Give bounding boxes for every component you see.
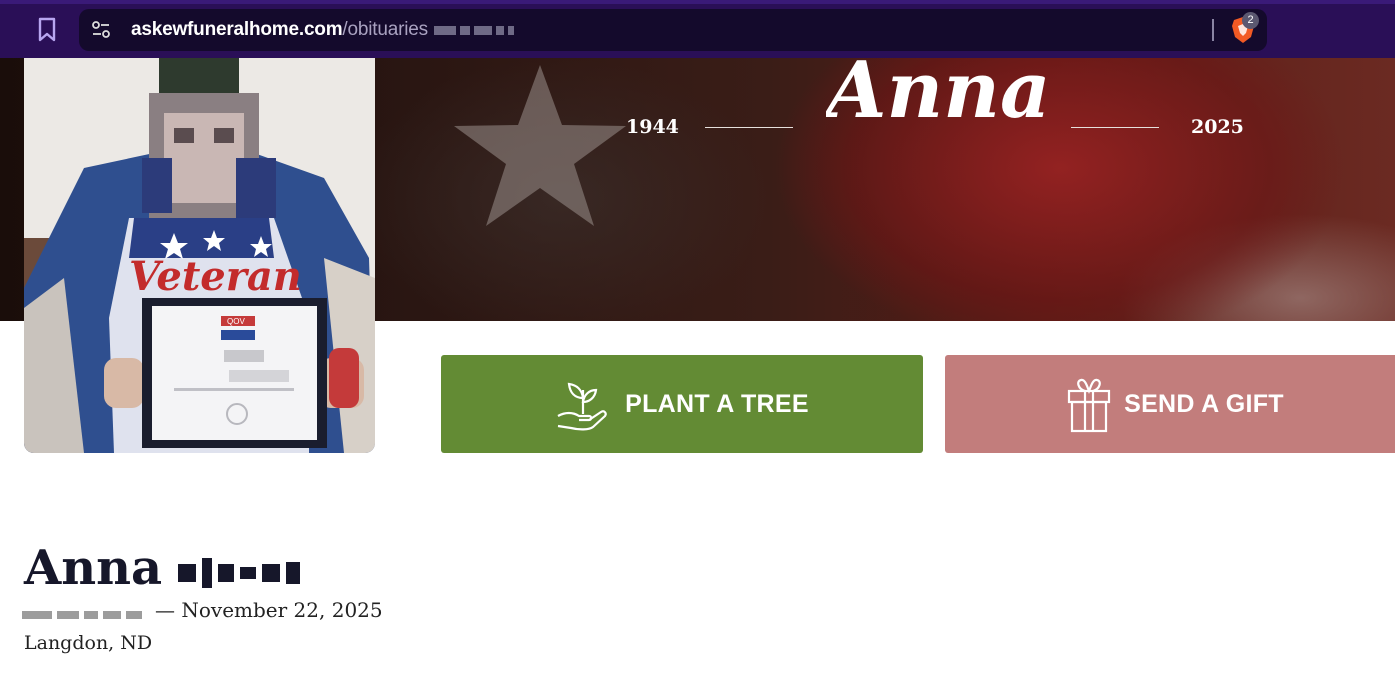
- flag-star-graphic: [454, 65, 626, 226]
- portrait-photo: Veteran QOV: [24, 58, 375, 453]
- gift-icon: [1067, 378, 1111, 433]
- send-a-gift-label: SEND A GIFT: [1124, 389, 1284, 418]
- plant-a-tree-label: PLANT A TREE: [625, 389, 809, 418]
- deceased-first-name: Anna: [24, 540, 163, 596]
- certificate-header-text: QOV: [227, 317, 245, 326]
- url-domain: askewfuneralhome.com: [131, 19, 343, 41]
- plant-a-tree-button[interactable]: PLANT A TREE: [441, 355, 923, 453]
- bookmark-icon[interactable]: [36, 17, 58, 43]
- birth-year: 1944: [626, 116, 679, 138]
- shields-count-badge: 2: [1242, 12, 1259, 29]
- hero-script-name-text: Anna: [826, 58, 1051, 136]
- site-settings-icon[interactable]: [91, 20, 111, 40]
- redacted-surname: [178, 542, 306, 598]
- shirt-text: Veteran: [129, 253, 302, 300]
- hero-divider-right: [1071, 127, 1159, 128]
- hero-script-name: Anna: [826, 58, 1050, 139]
- address-bar[interactable]: askewfuneralhome.com/obituaries 2: [79, 9, 1267, 51]
- location: Langdon, ND: [24, 632, 153, 654]
- deceased-name: Anna: [24, 540, 306, 600]
- url-redacted-segment: [433, 19, 518, 41]
- plant-hand-icon: [557, 382, 607, 431]
- portrait-illustration: Veteran QOV: [24, 58, 375, 453]
- send-a-gift-button[interactable]: SEND A GIFT: [945, 355, 1395, 453]
- url-path: /obituaries: [342, 19, 428, 41]
- life-dates: — November 22, 2025: [22, 598, 383, 624]
- url-divider: [1212, 19, 1214, 41]
- redacted-birth-date: [22, 600, 147, 624]
- death-date: — November 22, 2025: [155, 598, 383, 622]
- url-text: askewfuneralhome.com/obituaries: [131, 19, 518, 41]
- browser-toolbar: askewfuneralhome.com/obituaries 2: [0, 0, 1395, 58]
- death-year: 2025: [1191, 116, 1244, 138]
- hero-divider-left: [705, 127, 793, 128]
